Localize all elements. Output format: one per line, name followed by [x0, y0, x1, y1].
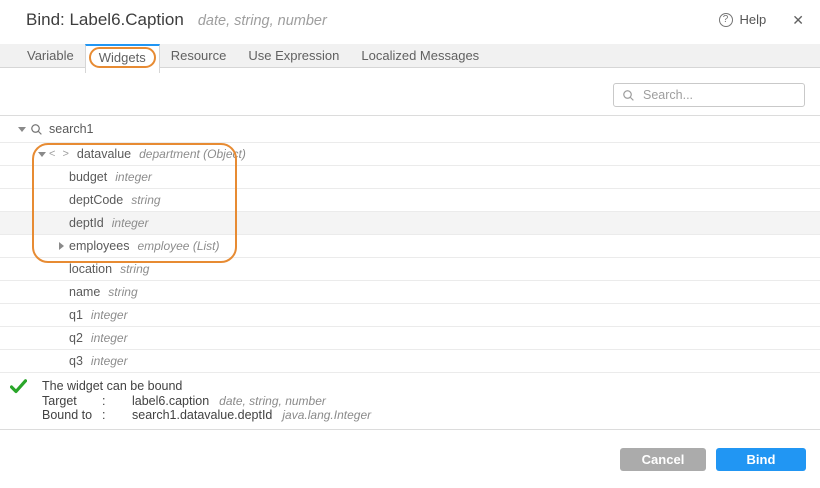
caret-down-icon[interactable]	[14, 127, 29, 132]
success-check-icon	[10, 379, 27, 399]
tree-node-label: q3	[69, 354, 83, 368]
action-bar: Cancel Bind	[0, 430, 820, 488]
cancel-button[interactable]: Cancel	[620, 448, 706, 471]
tab-annotation-oval-icon: Widgets	[89, 47, 156, 68]
tab-label: Localized Messages	[361, 48, 479, 63]
tree-node-datavalue[interactable]: < > datavalue department (Object)	[0, 143, 820, 166]
tree-node-type: department (Object)	[139, 147, 246, 161]
status-lines: The widget can be bound Target:label6.ca…	[42, 379, 371, 423]
tree-node-q3[interactable]: q3 integer	[0, 350, 820, 373]
status-target-row: Target:label6.caption date, string, numbe…	[42, 394, 371, 409]
tab-label: Resource	[171, 48, 227, 63]
close-icon[interactable]: ✕	[792, 13, 804, 27]
tree-node-label: q1	[69, 308, 83, 322]
dialog-title: Bind: Label6.Caption	[26, 10, 184, 30]
help-icon[interactable]: ?	[719, 13, 733, 27]
tree-node-deptCode[interactable]: deptCode string	[0, 189, 820, 212]
search-box[interactable]	[613, 83, 805, 107]
tree-node-deptId[interactable]: deptId integer	[0, 212, 820, 235]
tree-node-type: string	[108, 285, 137, 299]
search-icon	[622, 89, 635, 102]
status-boundto-value: search1.datavalue.deptId	[132, 408, 272, 422]
tab-widgets[interactable]: Widgets	[85, 44, 160, 73]
dialog-title-row: Bind: Label6.Caption date, string, numbe…	[26, 10, 327, 30]
tree-node-type: integer	[91, 331, 128, 345]
tree-node-type: integer	[112, 216, 149, 230]
tree-node-name[interactable]: name string	[0, 281, 820, 304]
tree-node-label: name	[69, 285, 100, 299]
bind-button[interactable]: Bind	[716, 448, 806, 471]
caret-right-icon[interactable]	[54, 242, 69, 250]
search-input[interactable]	[641, 87, 796, 103]
status-target-value: label6.caption	[132, 394, 209, 408]
header-actions: ? Help ✕	[719, 12, 804, 27]
tree-node-type: employee (List)	[137, 239, 219, 253]
tree-node-type: string	[131, 193, 160, 207]
tree-node-label: deptId	[69, 216, 104, 230]
tree-node-label: location	[69, 262, 112, 276]
tab-use-expression[interactable]: Use Expression	[237, 44, 350, 67]
tree-node-label: employees	[69, 239, 129, 253]
code-icon: < >	[49, 148, 71, 160]
status-boundto-sep: :	[102, 408, 132, 423]
dialog-header: Bind: Label6.Caption date, string, numbe…	[0, 0, 820, 44]
status-target-type: date, string, number	[219, 394, 326, 408]
tab-resource[interactable]: Resource	[160, 44, 238, 67]
tree-node-employees[interactable]: employees employee (List)	[0, 235, 820, 258]
status-boundto-row: Bound to:search1.datavalue.deptId java.la…	[42, 408, 371, 423]
status-boundto-type: java.lang.Integer	[282, 408, 371, 422]
tree-node-label: datavalue	[77, 147, 131, 161]
tree-node-q1[interactable]: q1 integer	[0, 304, 820, 327]
tree-node-label: search1	[49, 122, 93, 136]
tree-node-q2[interactable]: q2 integer	[0, 327, 820, 350]
status-target-label: Target	[42, 394, 102, 409]
help-button[interactable]: Help	[740, 12, 767, 27]
status-message: The widget can be bound	[42, 379, 371, 394]
tab-bar: Variable Widgets Resource Use Expression Loc…	[0, 44, 820, 68]
search-icon	[30, 123, 43, 136]
tab-localized-messages[interactable]: Localized Messages	[350, 44, 490, 67]
tree-node-label: budget	[69, 170, 107, 184]
caret-down-icon[interactable]	[34, 152, 49, 157]
tree-node-label: deptCode	[69, 193, 123, 207]
tab-label: Widgets	[99, 50, 146, 65]
tree-node-type: string	[120, 262, 149, 276]
tree-node-type: integer	[115, 170, 152, 184]
tree-node-search1[interactable]: search1	[0, 116, 820, 143]
tab-variable[interactable]: Variable	[16, 44, 85, 67]
tree-node-type: integer	[91, 308, 128, 322]
status-panel: The widget can be bound Target:label6.ca…	[0, 373, 820, 430]
tree-node-type: integer	[91, 354, 128, 368]
widget-tree: search1 < > datavalue department (Object) bu…	[0, 115, 820, 373]
tree-node-budget[interactable]: budget integer	[0, 166, 820, 189]
status-target-sep: :	[102, 394, 132, 409]
status-boundto-label: Bound to	[42, 408, 102, 423]
tree-node-location[interactable]: location string	[0, 258, 820, 281]
tree-node-label: q2	[69, 331, 83, 345]
dialog-subtitle: date, string, number	[198, 13, 327, 29]
tab-label: Variable	[27, 48, 74, 63]
tab-label: Use Expression	[248, 48, 339, 63]
